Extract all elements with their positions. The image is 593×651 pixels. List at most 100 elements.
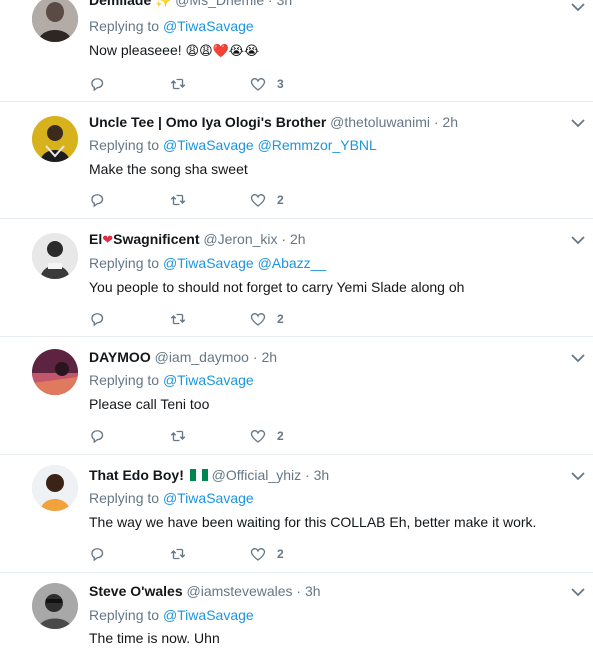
user-handle[interactable]: @Official_yhiz xyxy=(212,467,301,483)
avatar[interactable] xyxy=(32,583,78,629)
replying-to-label: Replying to xyxy=(89,490,160,506)
user-handle[interactable]: @iam_daymoo xyxy=(155,349,249,365)
heart-icon xyxy=(250,193,266,207)
chevron-down-icon[interactable] xyxy=(571,235,585,245)
tweet[interactable]: DAYMOO @iam_daymoo · 2h Replying to @Tiw… xyxy=(0,337,593,455)
timestamp[interactable]: 2h xyxy=(442,114,458,130)
reply-icon xyxy=(91,78,104,92)
avatar[interactable] xyxy=(32,465,78,511)
retweet-button[interactable] xyxy=(169,190,187,210)
tweet-text: You people to should not forget to carry… xyxy=(89,279,465,295)
retweet-icon xyxy=(170,78,186,90)
separator-dot: · xyxy=(305,467,310,483)
mention-link[interactable]: @TiwaSavage xyxy=(163,372,254,388)
mention-link[interactable]: @TiwaSavage xyxy=(163,18,254,34)
heart-icon xyxy=(250,77,266,91)
chevron-down-icon[interactable] xyxy=(571,353,585,363)
avatar[interactable] xyxy=(32,349,78,395)
replying-to-label: Replying to xyxy=(89,255,160,271)
replying-to-label: Replying to xyxy=(89,607,160,623)
replying-to: Replying to @TiwaSavage xyxy=(89,18,254,34)
retweet-icon xyxy=(170,313,186,325)
like-count: 2 xyxy=(277,312,284,326)
timestamp[interactable]: 3h xyxy=(305,583,321,599)
mention-link[interactable]: @Abazz__ xyxy=(258,255,327,271)
user-handle[interactable]: @Jeron_kix xyxy=(203,231,277,247)
tweet-header: DAYMOO @iam_daymoo · 2h xyxy=(89,349,277,365)
user-handle[interactable]: @iamstevewales xyxy=(187,583,293,599)
separator-dot: · xyxy=(296,583,302,599)
display-name[interactable]: Uncle Tee | Omo Iya Ologi's Brother xyxy=(89,114,326,130)
display-name[interactable]: DAYMOO xyxy=(89,349,151,365)
tweet[interactable]: Steve O'wales @iamstevewales · 3h Replyi… xyxy=(0,573,593,651)
timestamp[interactable]: 2h xyxy=(290,231,306,247)
replying-to: Replying to @TiwaSavage @Remmzor_YBNL xyxy=(89,137,377,153)
tweet-text: The time is now. Uhn xyxy=(89,630,220,646)
replying-to: Replying to @TiwaSavage @Abazz__ xyxy=(89,255,326,271)
like-button[interactable]: 3 xyxy=(249,74,284,94)
timestamp[interactable]: 3h xyxy=(314,467,330,483)
mention-link[interactable]: @TiwaSavage xyxy=(163,490,254,506)
retweet-button[interactable] xyxy=(169,544,187,564)
mention-link[interactable]: @TiwaSavage xyxy=(163,137,254,153)
tweet[interactable]: Demilade ✨ @Ms_Dhemie · 3h Replying to @… xyxy=(0,0,593,102)
timestamp[interactable]: 3h xyxy=(277,0,293,8)
separator-dot: · xyxy=(252,349,258,365)
tweet-emoji: 😩😩❤️😭😭 xyxy=(185,43,260,58)
avatar[interactable] xyxy=(32,233,78,279)
retweet-button[interactable] xyxy=(169,309,187,329)
like-count: 2 xyxy=(277,429,284,443)
chevron-down-icon[interactable] xyxy=(571,471,585,481)
mention-link[interactable]: @TiwaSavage xyxy=(163,255,254,271)
reply-button[interactable] xyxy=(89,544,107,564)
like-count: 2 xyxy=(277,193,284,207)
reply-button[interactable] xyxy=(89,309,107,329)
sparkles-emoji: ✨ xyxy=(155,0,172,8)
display-name[interactable]: Demilade xyxy=(89,0,151,8)
heart-icon xyxy=(250,547,266,561)
mention-link[interactable]: @Remmzor_YBNL xyxy=(258,137,377,153)
display-name[interactable]: El xyxy=(89,231,102,247)
reply-button[interactable] xyxy=(89,426,107,446)
display-name[interactable]: Steve O'wales xyxy=(89,583,183,599)
avatar[interactable] xyxy=(32,0,78,42)
reply-button[interactable] xyxy=(89,74,107,94)
reply-icon xyxy=(91,430,104,444)
display-name[interactable]: That Edo Boy! xyxy=(89,467,184,483)
user-handle[interactable]: @thetoluwanimi xyxy=(330,114,430,130)
chevron-down-icon[interactable] xyxy=(571,118,585,128)
like-count: 3 xyxy=(277,77,284,91)
like-button[interactable]: 2 xyxy=(249,426,284,446)
retweet-button[interactable] xyxy=(169,426,187,446)
avatar[interactable] xyxy=(32,116,78,162)
replying-to-label: Replying to xyxy=(89,18,160,34)
replying-to: Replying to @TiwaSavage xyxy=(89,372,254,388)
tweet-text: Please call Teni too xyxy=(89,396,210,412)
timestamp[interactable]: 2h xyxy=(261,349,277,365)
reply-feed: Demilade ✨ @Ms_Dhemie · 3h Replying to @… xyxy=(0,0,593,651)
chevron-down-icon[interactable] xyxy=(571,587,585,597)
heart-icon xyxy=(250,312,266,326)
tweet-header: Uncle Tee | Omo Iya Ologi's Brother @the… xyxy=(89,114,458,130)
reply-icon xyxy=(91,194,104,208)
mention-link[interactable]: @TiwaSavage xyxy=(163,607,254,623)
user-handle[interactable]: @Ms_Dhemie xyxy=(175,0,264,8)
replying-to: Replying to @TiwaSavage xyxy=(89,607,254,623)
tweet[interactable]: That Edo Boy! @Official_yhiz · 3h Replyi… xyxy=(0,455,593,573)
reply-icon xyxy=(91,548,104,562)
like-button[interactable]: 2 xyxy=(249,190,284,210)
separator-dot: · xyxy=(268,0,273,8)
tweet[interactable]: El❤Swagnificent @Jeron_kix · 2h Replying… xyxy=(0,219,593,337)
chevron-down-icon[interactable] xyxy=(571,2,585,12)
tweet[interactable]: Uncle Tee | Omo Iya Ologi's Brother @the… xyxy=(0,102,593,219)
like-button[interactable]: 2 xyxy=(249,309,284,329)
like-button[interactable]: 2 xyxy=(249,544,284,564)
separator-dot: · xyxy=(433,114,439,130)
reply-button[interactable] xyxy=(89,190,107,210)
display-name-suffix[interactable]: Swagnificent xyxy=(113,231,199,247)
retweet-icon xyxy=(170,194,186,206)
retweet-button[interactable] xyxy=(169,74,187,94)
replying-to-label: Replying to xyxy=(89,137,160,153)
heart-icon xyxy=(250,429,266,443)
replying-to: Replying to @TiwaSavage xyxy=(89,490,254,506)
